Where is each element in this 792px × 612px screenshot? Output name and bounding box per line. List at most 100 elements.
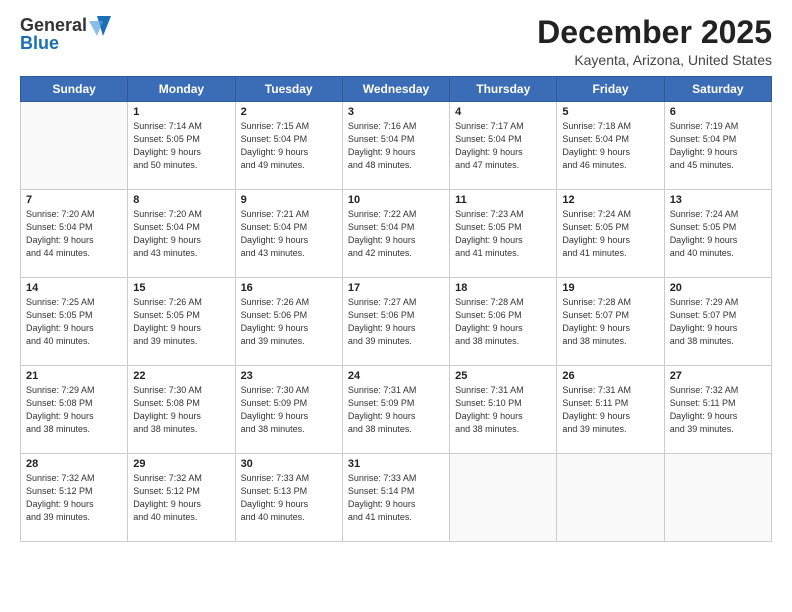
day-info: Sunrise: 7:24 AMSunset: 5:05 PMDaylight:… [562,208,658,260]
calendar-cell [450,454,557,542]
calendar-cell: 17 Sunrise: 7:27 AMSunset: 5:06 PMDayligh… [342,278,449,366]
logo: General Blue [20,15,111,54]
day-info: Sunrise: 7:21 AMSunset: 5:04 PMDaylight:… [241,208,337,260]
day-number: 25 [455,370,551,382]
day-number: 15 [133,282,229,294]
calendar-week-5: 28 Sunrise: 7:32 AMSunset: 5:12 PMDayligh… [21,454,772,542]
calendar-cell: 21 Sunrise: 7:29 AMSunset: 5:08 PMDayligh… [21,366,128,454]
day-number: 8 [133,194,229,206]
day-number: 10 [348,194,444,206]
day-info: Sunrise: 7:29 AMSunset: 5:07 PMDaylight:… [670,296,766,348]
weekday-header-wednesday: Wednesday [342,77,449,102]
calendar-cell: 2 Sunrise: 7:15 AMSunset: 5:04 PMDaylight… [235,102,342,190]
calendar-week-1: 1 Sunrise: 7:14 AMSunset: 5:05 PMDaylight… [21,102,772,190]
day-info: Sunrise: 7:17 AMSunset: 5:04 PMDaylight:… [455,120,551,172]
weekday-header-friday: Friday [557,77,664,102]
weekday-header-thursday: Thursday [450,77,557,102]
day-number: 17 [348,282,444,294]
day-info: Sunrise: 7:30 AMSunset: 5:09 PMDaylight:… [241,384,337,436]
calendar-week-3: 14 Sunrise: 7:25 AMSunset: 5:05 PMDayligh… [21,278,772,366]
logo-blue: Blue [20,33,111,54]
day-number: 6 [670,106,766,118]
day-number: 20 [670,282,766,294]
day-info: Sunrise: 7:22 AMSunset: 5:04 PMDaylight:… [348,208,444,260]
day-number: 12 [562,194,658,206]
calendar-cell [557,454,664,542]
day-number: 24 [348,370,444,382]
calendar-cell [664,454,771,542]
main-title: December 2025 [537,15,772,50]
day-number: 23 [241,370,337,382]
day-number: 22 [133,370,229,382]
day-info: Sunrise: 7:20 AMSunset: 5:04 PMDaylight:… [26,208,122,260]
day-info: Sunrise: 7:31 AMSunset: 5:09 PMDaylight:… [348,384,444,436]
calendar-cell: 14 Sunrise: 7:25 AMSunset: 5:05 PMDayligh… [21,278,128,366]
day-number: 27 [670,370,766,382]
day-number: 1 [133,106,229,118]
calendar-cell: 12 Sunrise: 7:24 AMSunset: 5:05 PMDayligh… [557,190,664,278]
calendar-cell: 27Sunrise: 7:32 AMSunset: 5:11 PMDayligh… [664,366,771,454]
calendar-cell: 29 Sunrise: 7:32 AMSunset: 5:12 PMDayligh… [128,454,235,542]
day-info: Sunrise: 7:25 AMSunset: 5:05 PMDaylight:… [26,296,122,348]
day-info: Sunrise: 7:26 AMSunset: 5:05 PMDaylight:… [133,296,229,348]
day-number: 14 [26,282,122,294]
day-number: 16 [241,282,337,294]
day-number: 26 [562,370,658,382]
day-number: 5 [562,106,658,118]
calendar-cell: 31 Sunrise: 7:33 AMSunset: 5:14 PMDayligh… [342,454,449,542]
day-info: Sunrise: 7:31 AMSunset: 5:10 PMDaylight:… [455,384,551,436]
day-number: 2 [241,106,337,118]
day-info: Sunrise: 7:29 AMSunset: 5:08 PMDaylight:… [26,384,122,436]
day-number: 31 [348,458,444,470]
day-number: 21 [26,370,122,382]
day-info: Sunrise: 7:18 AMSunset: 5:04 PMDaylight:… [562,120,658,172]
day-info: Sunrise: 7:19 AMSunset: 5:04 PMDaylight:… [670,120,766,172]
day-info: Sunrise: 7:30 AMSunset: 5:08 PMDaylight:… [133,384,229,436]
day-number: 18 [455,282,551,294]
day-info: Sunrise: 7:14 AMSunset: 5:05 PMDaylight:… [133,120,229,172]
calendar-week-2: 7Sunrise: 7:20 AMSunset: 5:04 PMDaylight… [21,190,772,278]
calendar-cell: 19Sunrise: 7:28 AMSunset: 5:07 PMDayligh… [557,278,664,366]
calendar-cell: 20 Sunrise: 7:29 AMSunset: 5:07 PMDayligh… [664,278,771,366]
day-number: 28 [26,458,122,470]
header: General Blue December 2025 Kayenta, Ariz… [20,15,772,68]
weekday-header-tuesday: Tuesday [235,77,342,102]
day-info: Sunrise: 7:20 AMSunset: 5:04 PMDaylight:… [133,208,229,260]
day-info: Sunrise: 7:31 AMSunset: 5:11 PMDaylight:… [562,384,658,436]
calendar-cell: 25 Sunrise: 7:31 AMSunset: 5:10 PMDayligh… [450,366,557,454]
calendar-cell [21,102,128,190]
calendar-cell: 13Sunrise: 7:24 AMSunset: 5:05 PMDayligh… [664,190,771,278]
weekday-header-sunday: Sunday [21,77,128,102]
calendar-cell: 22 Sunrise: 7:30 AMSunset: 5:08 PMDayligh… [128,366,235,454]
weekday-header-saturday: Saturday [664,77,771,102]
day-info: Sunrise: 7:33 AMSunset: 5:14 PMDaylight:… [348,472,444,524]
day-info: Sunrise: 7:26 AMSunset: 5:06 PMDaylight:… [241,296,337,348]
day-number: 29 [133,458,229,470]
calendar-cell: 24 Sunrise: 7:31 AMSunset: 5:09 PMDayligh… [342,366,449,454]
day-info: Sunrise: 7:16 AMSunset: 5:04 PMDaylight:… [348,120,444,172]
day-number: 13 [670,194,766,206]
day-info: Sunrise: 7:15 AMSunset: 5:04 PMDaylight:… [241,120,337,172]
weekday-header-row: SundayMondayTuesdayWednesdayThursdayFrid… [21,77,772,102]
day-number: 9 [241,194,337,206]
calendar-cell: 5 Sunrise: 7:18 AMSunset: 5:04 PMDaylight… [557,102,664,190]
title-block: December 2025 Kayenta, Arizona, United S… [537,15,772,68]
calendar-cell: 15 Sunrise: 7:26 AMSunset: 5:05 PMDayligh… [128,278,235,366]
calendar-cell: 8 Sunrise: 7:20 AMSunset: 5:04 PMDaylight… [128,190,235,278]
day-number: 30 [241,458,337,470]
calendar-cell: 4Sunrise: 7:17 AMSunset: 5:04 PMDaylight… [450,102,557,190]
day-info: Sunrise: 7:27 AMSunset: 5:06 PMDaylight:… [348,296,444,348]
calendar-cell: 11Sunrise: 7:23 AMSunset: 5:05 PMDayligh… [450,190,557,278]
day-info: Sunrise: 7:32 AMSunset: 5:12 PMDaylight:… [26,472,122,524]
calendar-cell: 6 Sunrise: 7:19 AMSunset: 5:04 PMDaylight… [664,102,771,190]
day-number: 3 [348,106,444,118]
calendar-table: SundayMondayTuesdayWednesdayThursdayFrid… [20,76,772,542]
calendar-cell: 10 Sunrise: 7:22 AMSunset: 5:04 PMDayligh… [342,190,449,278]
calendar-cell: 23 Sunrise: 7:30 AMSunset: 5:09 PMDayligh… [235,366,342,454]
weekday-header-monday: Monday [128,77,235,102]
calendar-cell: 16 Sunrise: 7:26 AMSunset: 5:06 PMDayligh… [235,278,342,366]
calendar-cell: 9 Sunrise: 7:21 AMSunset: 5:04 PMDaylight… [235,190,342,278]
calendar-cell: 1 Sunrise: 7:14 AMSunset: 5:05 PMDaylight… [128,102,235,190]
calendar-cell: 3 Sunrise: 7:16 AMSunset: 5:04 PMDaylight… [342,102,449,190]
day-info: Sunrise: 7:32 AMSunset: 5:12 PMDaylight:… [133,472,229,524]
